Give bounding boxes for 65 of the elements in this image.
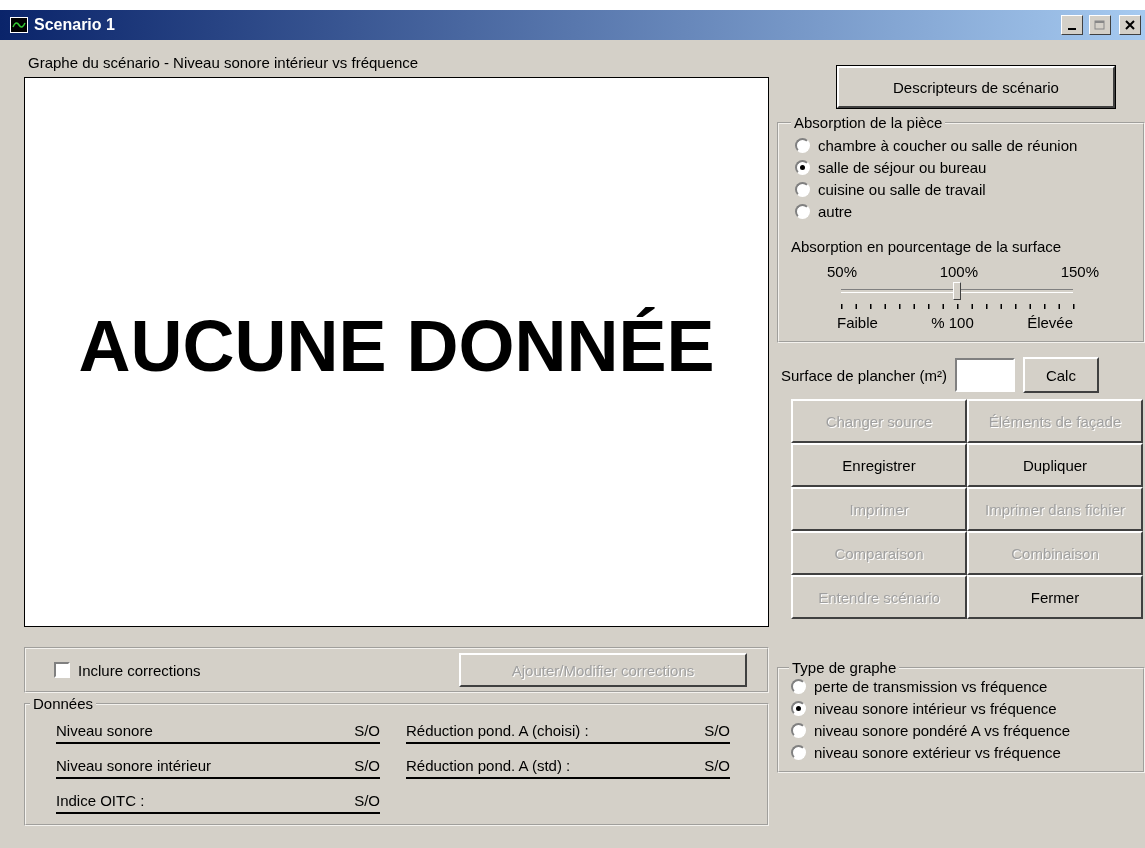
radio-option[interactable]: cuisine ou salle de travail (795, 181, 1133, 198)
radio-option[interactable]: niveau sonore extérieur vs fréquence (791, 744, 1135, 761)
data-value: S/O (704, 722, 730, 739)
graph-caption: Graphe du scénario - Niveau sonore intérieur vs fréquence (27, 53, 420, 73)
maximize-icon (1094, 19, 1106, 31)
radio-label: salle de séjour ou bureau (818, 159, 987, 176)
radio-option[interactable]: autre (795, 203, 1133, 220)
data-value: S/O (704, 757, 730, 774)
action-button[interactable]: Enregistrer (791, 443, 967, 487)
scale-label: % 100 (931, 314, 974, 331)
minimize-button[interactable] (1061, 15, 1083, 35)
radio-button[interactable] (791, 723, 806, 738)
radio-button[interactable] (795, 182, 810, 197)
radio-option[interactable]: niveau sonore intérieur vs fréquence (791, 700, 1135, 717)
data-label: Réduction pond. A (std) : (406, 757, 571, 774)
floor-area-label: Surface de plancher (m²) (781, 366, 947, 384)
checkbox[interactable] (54, 662, 70, 678)
radio-option[interactable]: perte de transmission vs fréquence (791, 678, 1135, 695)
scale-label: Élevée (1027, 314, 1073, 331)
radio-label: niveau sonore pondéré A vs fréquence (814, 722, 1071, 739)
radio-button[interactable] (795, 160, 810, 175)
data-label: Indice OITC : (56, 792, 145, 809)
radio-label: chambre à coucher ou salle de réunion (818, 137, 1078, 154)
radio-button[interactable] (795, 204, 810, 219)
radio-option[interactable]: salle de séjour ou bureau (795, 159, 1133, 176)
no-data-message: AUCUNE DONNÉE (78, 305, 715, 388)
data-value: S/O (354, 722, 380, 739)
data-label: Niveau sonore (56, 722, 153, 739)
data-label: Niveau sonore intérieur (56, 757, 212, 774)
tick-label: 100% (939, 263, 978, 280)
action-button[interactable]: Fermer (967, 575, 1143, 619)
chart-icon (10, 17, 28, 33)
slider-thumb[interactable] (953, 282, 961, 300)
include-corrections-checkbox[interactable]: Inclure corrections (54, 661, 201, 679)
floor-area-field[interactable] (954, 358, 1015, 392)
radio-button[interactable] (791, 679, 806, 694)
window-title: Scenario 1 (34, 16, 116, 34)
radio-label: niveau sonore intérieur vs fréquence (814, 700, 1057, 717)
radio-label: cuisine ou salle de travail (818, 181, 986, 198)
close-icon (1125, 20, 1135, 30)
radio-label: perte de transmission vs fréquence (814, 678, 1048, 695)
data-value: S/O (354, 757, 380, 774)
group-title: Données (32, 695, 95, 712)
radio-button[interactable] (791, 745, 806, 760)
slider-title: Absorption en pourcentage de la surface (791, 237, 1063, 257)
scale-label: Faible (837, 314, 878, 331)
radio-label: autre (818, 203, 853, 220)
tick-label: 150% (1060, 263, 1099, 280)
radio-option[interactable]: chambre à coucher ou salle de réunion (795, 137, 1133, 154)
group-title: Type de graphe (791, 659, 898, 676)
data-value: S/O (354, 792, 380, 809)
tick-label: 50% (827, 263, 858, 280)
action-button[interactable]: Dupliquer (967, 443, 1143, 487)
radio-label: niveau sonore extérieur vs fréquence (814, 744, 1061, 761)
radio-button[interactable] (795, 138, 810, 153)
maximize-button[interactable] (1089, 15, 1111, 35)
checkbox-label: Inclure corrections (78, 661, 201, 679)
calc-button[interactable]: Calc (1022, 357, 1099, 393)
data-label: Réduction pond. A (choisi) : (406, 722, 589, 739)
close-button[interactable] (1119, 15, 1141, 35)
radio-button[interactable] (791, 701, 806, 716)
radio-option[interactable]: niveau sonore pondéré A vs fréquence (791, 722, 1135, 739)
group-title: Absorption de la pièce (793, 114, 944, 131)
minimize-icon (1068, 28, 1076, 30)
descriptors-button[interactable]: Descripteurs de scénario (837, 66, 1115, 108)
